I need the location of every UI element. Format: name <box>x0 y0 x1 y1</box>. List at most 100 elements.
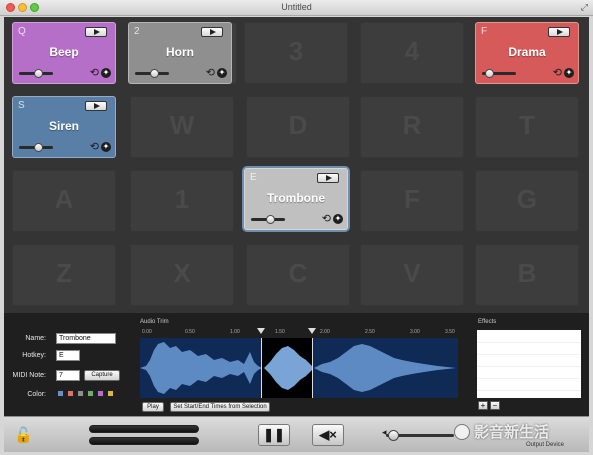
color-swatch[interactable] <box>87 390 94 397</box>
hotkey-field[interactable]: E <box>56 350 80 361</box>
capture-button[interactable]: Capture <box>84 370 120 381</box>
sound-pad-drama[interactable]: F Drama ⟲ ✦ <box>475 22 579 84</box>
slider-knob[interactable] <box>265 215 275 224</box>
pad-name: Trombone <box>266 191 325 205</box>
pad-ghost-key: Z <box>56 258 72 288</box>
pad-volume-slider[interactable] <box>251 215 285 224</box>
midi-note-field[interactable]: 7 <box>56 370 80 381</box>
options-icon[interactable]: ✦ <box>101 142 111 152</box>
pad-ghost-key: C <box>288 258 308 288</box>
set-start-end-button[interactable]: Set Start/End Times from Selection <box>170 402 270 412</box>
ruler-tick: 3.00 <box>410 329 420 335</box>
midi-note-label: MIDI Note: <box>12 372 46 379</box>
color-swatch[interactable] <box>67 390 74 397</box>
play-preview-button[interactable]: Play <box>142 402 164 412</box>
loop-icon[interactable]: ⟲ <box>90 140 99 153</box>
color-swatch[interactable] <box>97 390 104 397</box>
name-field[interactable]: Trombone <box>56 333 116 344</box>
empty-pad[interactable]: 4 <box>360 22 464 84</box>
pad-ghost-key: 1 <box>174 184 190 214</box>
pad-ghost-key: W <box>169 110 195 140</box>
loop-icon[interactable]: ⟲ <box>553 66 562 79</box>
options-icon[interactable]: ✦ <box>564 68 574 78</box>
empty-pad[interactable]: W <box>130 96 234 158</box>
empty-pad[interactable]: T <box>475 96 579 158</box>
empty-pad[interactable]: A <box>12 170 116 232</box>
slider-knob[interactable] <box>387 430 399 441</box>
slider-knob[interactable] <box>33 143 43 152</box>
options-icon[interactable]: ✦ <box>333 214 343 224</box>
pad-ghost-key: 3 <box>288 36 304 66</box>
empty-pad[interactable]: C <box>246 244 350 306</box>
loop-icon[interactable]: ⟲ <box>90 66 99 79</box>
pad-ghost-key: R <box>402 110 422 140</box>
pause-all-button[interactable]: ❚❚ <box>258 424 290 446</box>
play-icon[interactable] <box>85 27 107 37</box>
options-icon[interactable]: ✦ <box>101 68 111 78</box>
pad-hotkey: F <box>481 26 488 37</box>
play-icon[interactable] <box>317 173 339 183</box>
master-volume-slider[interactable] <box>386 430 454 441</box>
pad-volume-slider[interactable] <box>482 69 516 78</box>
watermark-text: 影音新生活 <box>474 424 550 441</box>
remove-effect-button[interactable]: − <box>490 401 500 410</box>
pad-ghost-key: B <box>517 258 537 288</box>
color-swatch[interactable] <box>77 390 84 397</box>
sound-pad-siren[interactable]: S Siren ⟲ ✦ <box>12 96 116 158</box>
pad-name: Siren <box>48 119 79 133</box>
sound-pad-horn[interactable]: 2 Horn ⟲ ✦ <box>128 22 232 84</box>
trim-end-line <box>312 338 313 398</box>
pad-volume-slider[interactable] <box>19 143 53 152</box>
pad-hotkey: E <box>250 172 257 183</box>
empty-pad[interactable]: X <box>130 244 234 306</box>
pad-ghost-key: 4 <box>404 36 420 66</box>
loop-icon[interactable]: ⟲ <box>322 212 331 225</box>
empty-pad[interactable]: R <box>360 96 464 158</box>
sound-pad-beep[interactable]: Q Beep ⟲ ✦ <box>12 22 116 84</box>
empty-pad[interactable]: V <box>360 244 464 306</box>
sound-pad-trombone[interactable]: E Trombone ⟲ ✦ <box>244 168 348 230</box>
slider-knob[interactable] <box>33 69 43 78</box>
play-icon[interactable] <box>548 27 570 37</box>
title-bar: Untitled ⤢ <box>0 0 593 16</box>
add-effect-button[interactable]: + <box>478 401 488 410</box>
fullscreen-icon[interactable]: ⤢ <box>581 2 588 13</box>
output-device-label[interactable]: Output Device <box>526 442 564 448</box>
waveform-view[interactable] <box>140 338 458 398</box>
effects-title: Effects <box>478 319 497 325</box>
effects-list-row <box>477 366 581 367</box>
pad-name: Drama <box>508 45 546 59</box>
options-icon[interactable]: ✦ <box>217 68 227 78</box>
level-meter-left <box>89 425 199 433</box>
empty-pad[interactable]: Z <box>12 244 116 306</box>
color-swatch[interactable] <box>57 390 64 397</box>
loop-icon[interactable]: ⟲ <box>206 66 215 79</box>
effects-list[interactable] <box>477 330 581 398</box>
effects-list-row <box>477 354 581 355</box>
level-meter-right <box>89 437 199 445</box>
pad-ghost-key: T <box>519 110 535 140</box>
slider-knob[interactable] <box>149 69 159 78</box>
pad-grid: 3 3 4 W D R T A 1 F G Z X C V B Q Beep ⟲… <box>4 17 589 313</box>
unlock-icon[interactable]: 🔓 <box>14 426 33 444</box>
pad-hotkey: 2 <box>134 26 140 37</box>
empty-pad[interactable]: D <box>246 96 350 158</box>
trim-start-marker[interactable] <box>257 328 265 334</box>
empty-pad[interactable]: 1 <box>130 170 234 232</box>
empty-pad[interactable]: B <box>475 244 579 306</box>
ruler-tick: 2.50 <box>365 329 375 335</box>
pad-volume-slider[interactable] <box>19 69 53 78</box>
trim-start-line <box>261 338 262 398</box>
mute-button[interactable]: ◀× <box>312 424 344 446</box>
pad-volume-slider[interactable] <box>135 69 169 78</box>
trim-end-marker[interactable] <box>308 328 316 334</box>
color-swatch[interactable] <box>107 390 114 397</box>
play-icon[interactable] <box>85 101 107 111</box>
slider-knob[interactable] <box>484 69 494 78</box>
play-icon[interactable] <box>201 27 223 37</box>
empty-pad[interactable]: F <box>360 170 464 232</box>
ruler-tick: 3.50 <box>445 329 455 335</box>
effects-list-row <box>477 378 581 379</box>
empty-pad[interactable]: 3 <box>244 22 348 84</box>
empty-pad[interactable]: G <box>475 170 579 232</box>
